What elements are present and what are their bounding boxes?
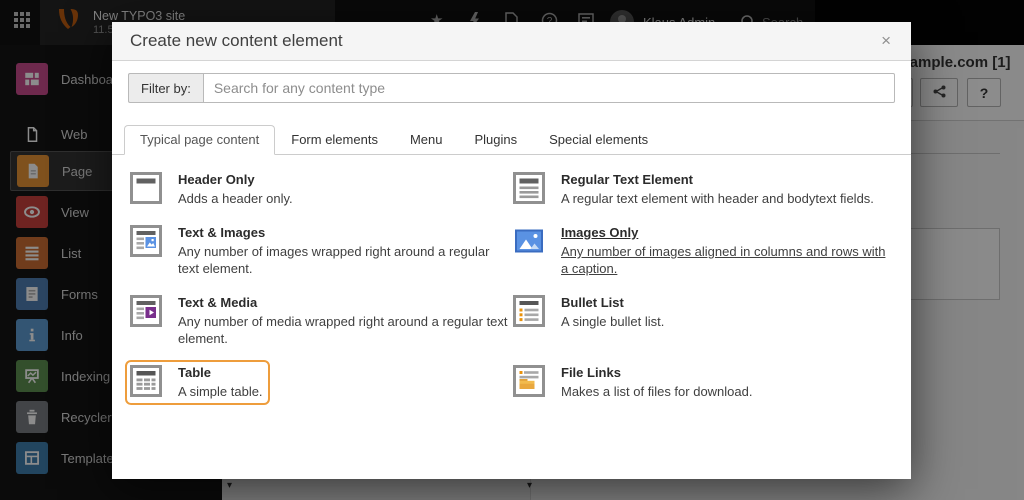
ce-item-regular-text[interactable]: Regular Text Element A regular text elem…	[513, 172, 893, 207]
modal-body: Filter by: Typical page content Form ele…	[112, 61, 911, 479]
ce-item-file-links[interactable]: File Links Makes a list of files for dow…	[513, 365, 893, 400]
filter-group: Filter by:	[128, 73, 895, 103]
content-type-search-input[interactable]	[203, 73, 895, 103]
ce-item-bullet-list[interactable]: Bullet List A single bullet list.	[513, 295, 893, 347]
modal-header: Create new content element ×	[112, 22, 911, 61]
ce-item-text-images[interactable]: Text & Images Any number of images wrapp…	[130, 225, 513, 277]
content-element-tabs: Typical page content Form elements Menu …	[112, 125, 911, 155]
close-icon[interactable]: ×	[875, 31, 897, 51]
table-icon	[130, 365, 162, 397]
header-only-icon	[130, 172, 162, 204]
ce-item-header-only[interactable]: Header Only Adds a header only.	[130, 172, 513, 207]
tab-form-elements[interactable]: Form elements	[275, 125, 394, 155]
regular-text-icon	[513, 172, 545, 204]
new-content-element-modal: Create new content element × Filter by: …	[112, 22, 911, 479]
images-only-icon	[513, 225, 545, 257]
typo3-backend: New TYPO3 site 11.5.1 ★ ? Klaus Admin Se…	[0, 0, 1024, 500]
text-media-icon	[130, 295, 162, 327]
tab-special-elements[interactable]: Special elements	[533, 125, 664, 155]
ce-item-images-only[interactable]: Images Only Any number of images aligned…	[513, 225, 893, 277]
ce-item-table[interactable]: Table A simple table.	[130, 365, 265, 400]
tab-typical-page-content[interactable]: Typical page content	[124, 125, 275, 155]
tab-menu[interactable]: Menu	[394, 125, 459, 155]
file-links-icon	[513, 365, 545, 397]
filter-by-label: Filter by:	[128, 73, 203, 103]
modal-title: Create new content element	[130, 31, 875, 51]
content-element-list: Header Only Adds a header only. Regular …	[128, 155, 895, 400]
text-images-icon	[130, 225, 162, 257]
ce-item-text-media[interactable]: Text & Media Any number of media wrapped…	[130, 295, 513, 347]
tab-plugins[interactable]: Plugins	[458, 125, 533, 155]
bullet-list-icon	[513, 295, 545, 327]
